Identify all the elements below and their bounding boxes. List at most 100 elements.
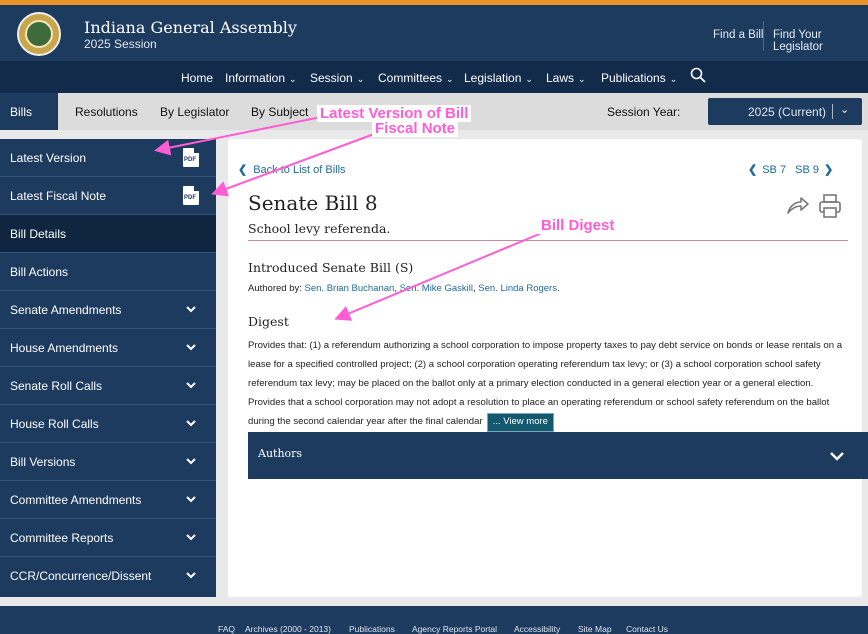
chevron-down-icon: ⌄ [356, 74, 365, 84]
tab-bills[interactable]: Bills [0, 93, 58, 130]
sidebar-item-house-amendments[interactable]: House Amendments [0, 329, 216, 367]
nav-committees[interactable]: Committees ⌄ [378, 71, 454, 85]
print-icon[interactable] [818, 193, 842, 219]
sidebar-item-label: Bill Details [10, 227, 67, 241]
footer-link-agency-reports[interactable]: Agency Reports Portal [412, 624, 497, 634]
chevron-down-icon [830, 452, 844, 461]
nav-publications[interactable]: Publications ⌄ [601, 71, 677, 85]
back-to-list-link[interactable]: ❮ Back to List of Bills [238, 163, 346, 176]
pdf-icon[interactable]: PDF [183, 186, 199, 205]
bill-pager: ❮ SB 7 SB 9 ❯ [748, 163, 833, 176]
nav-home[interactable]: Home [181, 71, 213, 85]
sidebar-item-label: House Roll Calls [10, 417, 99, 431]
sidebar-item-latest-fiscal-note[interactable]: Latest Fiscal Note PDF [0, 177, 216, 215]
share-icon[interactable] [786, 195, 810, 215]
sidebar-item-senate-roll-calls[interactable]: Senate Roll Calls [0, 367, 216, 405]
sidebar-item-latest-version[interactable]: Latest Version PDF [0, 139, 216, 177]
chevron-down-icon [186, 458, 196, 465]
sidebar-item-label: CCR/Concurrence/Dissent [10, 569, 152, 583]
chevron-down-icon: ⌄ [669, 74, 678, 84]
sidebar-item-committee-reports[interactable]: Committee Reports [0, 519, 216, 557]
chevron-down-icon: ⌄ [578, 74, 586, 84]
chevron-down-icon [186, 382, 196, 389]
session-label: 2025 Session [84, 37, 157, 51]
bill-subtitle: School levy referenda. [248, 221, 391, 236]
pdf-icon[interactable]: PDF [183, 148, 199, 167]
main-nav: Home Information ⌄ Session ⌄ Committees ⌄ L… [0, 61, 868, 93]
tab-by-legislator[interactable]: By Legislator [160, 105, 229, 119]
digest-text: Provides that: (1) a referendum authoriz… [248, 336, 852, 432]
footer-link-faq[interactable]: FAQ [218, 624, 235, 634]
page-title: Senate Bill 8 [248, 191, 378, 215]
sidebar-item-label: Bill Actions [10, 265, 69, 279]
version-heading: Introduced Senate Bill (S) [248, 260, 414, 275]
sidebar-item-ccr-concurrence-dissent[interactable]: CCR/Concurrence/Dissent [0, 557, 216, 595]
chevron-left-icon: ❮ [748, 164, 758, 176]
nav-information[interactable]: Information ⌄ [225, 71, 297, 85]
divider [248, 240, 848, 241]
view-more-button[interactable]: ... View more [486, 413, 554, 432]
authors-accordion-label: Authors [258, 447, 303, 460]
chevron-down-icon: ⌄ [840, 104, 850, 116]
footer-link-accessibility[interactable]: Accessibility [514, 624, 560, 634]
annotation-bill-digest: Bill Digest [538, 217, 618, 234]
divider [763, 21, 764, 51]
nav-laws[interactable]: Laws ⌄ [546, 71, 586, 85]
chevron-down-icon: ⌄ [289, 74, 297, 84]
sidebar-item-label: Senate Amendments [10, 303, 122, 317]
sidebar-item-bill-details[interactable]: Bill Details [0, 215, 216, 253]
author-link[interactable]: Sen. Linda Rogers [478, 283, 557, 294]
sidebar-item-label: Latest Version [10, 151, 87, 165]
authored-by-line: Authored by: Sen. Brian Buchanan, Sen. M… [248, 283, 560, 294]
next-bill-link[interactable]: SB 9 ❯ [795, 164, 833, 176]
sidebar-item-label: Bill Versions [10, 455, 76, 469]
nav-session[interactable]: Session ⌄ [310, 71, 364, 85]
sidebar-item-label: Committee Reports [10, 531, 114, 545]
find-your-legislator-link[interactable]: Find Your Legislator [773, 29, 868, 53]
site-title[interactable]: Indiana General Assembly [84, 18, 297, 37]
sidebar-item-label: Latest Fiscal Note [10, 189, 107, 203]
chevron-down-icon [186, 420, 196, 427]
author-link[interactable]: Sen. Brian Buchanan [305, 283, 395, 294]
prev-bill-link[interactable]: ❮ SB 7 [748, 164, 786, 176]
chevron-down-icon: ⌄ [525, 74, 533, 84]
bill-sidebar: Latest Version PDF Latest Fiscal Note PD… [0, 139, 216, 597]
session-year-value: 2025 (Current) [748, 105, 827, 119]
chevron-right-icon: ❯ [824, 164, 834, 176]
chevron-down-icon [186, 344, 196, 351]
annotation-fiscal-note: Fiscal Note [372, 120, 459, 137]
site-header: Indiana General Assembly 2025 Session Fi… [0, 0, 868, 61]
sidebar-item-senate-amendments[interactable]: Senate Amendments [0, 291, 216, 329]
footer-link-contact-us[interactable]: Contact Us [626, 624, 668, 634]
sidebar-item-bill-actions[interactable]: Bill Actions [0, 253, 216, 291]
author-link[interactable]: Sen. Mike Gaskill [400, 283, 473, 294]
bill-content-panel: ❮ Back to List of Bills ❮ SB 7 SB 9 ❯ Senat… [228, 139, 868, 597]
divider [832, 104, 833, 119]
chevron-down-icon [186, 572, 196, 579]
tab-resolutions[interactable]: Resolutions [75, 105, 138, 119]
footer-link-archives[interactable]: Archives (2000 - 2013) [245, 624, 331, 634]
find-a-bill-link[interactable]: Find a Bill [713, 29, 764, 41]
chevron-down-icon [186, 306, 196, 313]
footer-link-site-map[interactable]: Site Map [578, 624, 612, 634]
chevron-down-icon: ⌄ [446, 74, 454, 84]
session-year-label: Session Year: [607, 105, 681, 119]
search-icon[interactable] [690, 67, 706, 83]
sidebar-item-label: House Amendments [10, 341, 119, 355]
footer-link-publications[interactable]: Publications [349, 624, 395, 634]
chevron-left-icon: ❮ [238, 164, 248, 176]
nav-legislation[interactable]: Legislation ⌄ [464, 71, 533, 85]
sidebar-item-label: Senate Roll Calls [10, 379, 103, 393]
sidebar-item-label: Committee Amendments [10, 493, 142, 507]
chevron-down-icon [186, 496, 196, 503]
site-footer: FAQ Archives (2000 - 2013) Publications … [0, 606, 868, 634]
digest-heading: Digest [248, 314, 289, 329]
state-seal-logo[interactable] [17, 12, 61, 56]
sidebar-item-bill-versions[interactable]: Bill Versions [0, 443, 216, 481]
chevron-down-icon [186, 534, 196, 541]
sidebar-item-committee-amendments[interactable]: Committee Amendments [0, 481, 216, 519]
tab-by-subject[interactable]: By Subject [251, 105, 308, 119]
sidebar-item-house-roll-calls[interactable]: House Roll Calls [0, 405, 216, 443]
session-year-select[interactable]: 2025 (Current) ⌄ [708, 98, 862, 125]
authors-accordion[interactable]: Authors [248, 432, 868, 479]
